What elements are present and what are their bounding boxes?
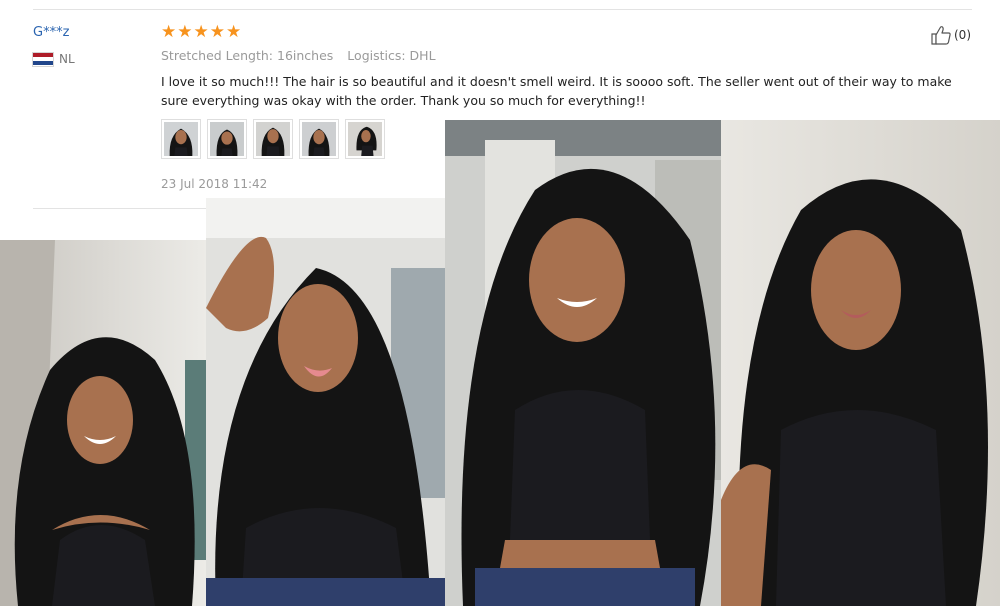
netherlands-flag-icon [33,52,53,66]
customer-photo-image [445,120,721,606]
review-photo-thumb-2[interactable] [207,119,247,159]
helpful-count: (0) [954,28,971,42]
thumbnail-image [256,122,290,156]
stretched-length: Stretched Length: 16inches [161,48,334,63]
star-icon: ★ [161,22,177,42]
thumbs-up-icon [931,26,951,45]
star-icon: ★ [177,22,193,42]
logistics: Logistics: DHL [347,48,436,63]
reviewer-country: NL [33,52,75,66]
customer-photo-2[interactable] [206,198,445,606]
review-photo-thumb-5[interactable] [345,119,385,159]
review-top-divider [33,9,972,10]
customer-photo-3[interactable] [445,120,721,606]
review-photo-thumb-1[interactable] [161,119,201,159]
thumbnail-image [210,122,244,156]
reviewer-name[interactable]: G***z [33,25,69,40]
star-rating: ★ ★ ★ ★ ★ [161,24,241,41]
star-icon: ★ [193,22,209,42]
helpful-button[interactable]: (0) [930,25,971,45]
order-attributes: Stretched Length: 16inches Logistics: DHL [161,48,436,63]
thumbnail-image [302,122,336,156]
country-code: NL [59,52,75,66]
review-photo-thumbnails [161,119,385,159]
customer-photo-image [0,240,206,606]
review-text: I love it so much!!! The hair is so beau… [161,74,952,108]
review-photo-thumb-3[interactable] [253,119,293,159]
customer-photo-image [721,120,1000,606]
thumbnail-image [164,122,198,156]
review-date: 23 Jul 2018 11:42 [161,177,268,191]
review-photo-thumb-4[interactable] [299,119,339,159]
customer-photo-image [206,198,445,606]
customer-photo-4[interactable] [721,120,1000,606]
thumbnail-image [348,122,382,156]
star-icon: ★ [209,22,225,42]
star-icon: ★ [226,22,242,42]
customer-photo-1[interactable] [0,240,206,606]
